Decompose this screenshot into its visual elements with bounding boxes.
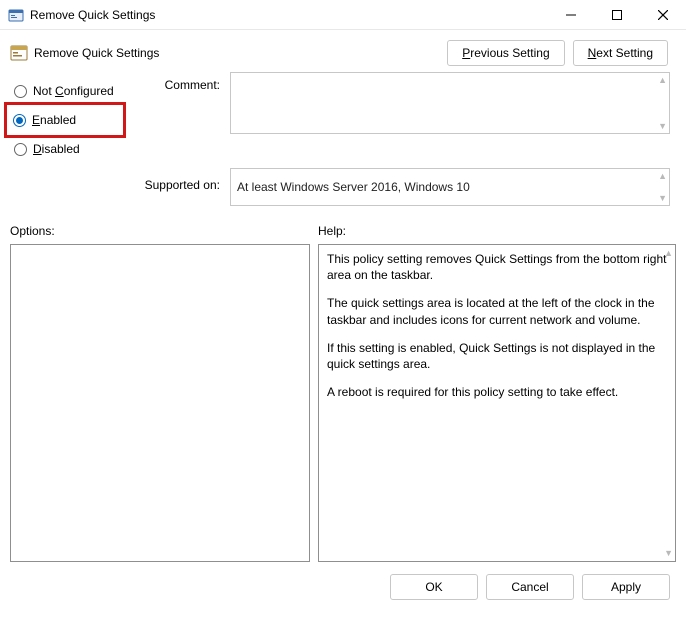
radio-disabled-input[interactable] (14, 143, 27, 156)
scroll-up-icon[interactable]: ▲ (658, 171, 667, 181)
help-label: Help: (318, 224, 676, 238)
scroll-down-icon[interactable]: ▼ (658, 121, 667, 131)
close-button[interactable] (640, 0, 686, 30)
options-pane (10, 244, 310, 562)
help-text-2: The quick settings area is located at th… (327, 295, 667, 327)
comment-field[interactable]: ▲ ▼ (230, 72, 670, 134)
cancel-button[interactable]: Cancel (486, 574, 574, 600)
radio-enabled[interactable]: Enabled (9, 109, 119, 131)
scroll-down-icon[interactable]: ▼ (658, 193, 667, 203)
titlebar: Remove Quick Settings (0, 0, 686, 30)
supported-on-field: At least Windows Server 2016, Windows 10… (230, 168, 670, 206)
supported-on-value: At least Windows Server 2016, Windows 10 (237, 180, 470, 194)
scroll-up-icon[interactable]: ▲ (658, 75, 667, 85)
supported-on-label: Supported on: (130, 168, 220, 192)
state-radio-group: Not Configured Enabled Disabled (10, 72, 120, 162)
help-text-4: A reboot is required for this policy set… (327, 384, 667, 400)
dialog-footer: OK Cancel Apply (0, 562, 686, 600)
scroll-up-icon[interactable]: ▲ (664, 247, 673, 259)
radio-not-configured-input[interactable] (14, 85, 27, 98)
minimize-button[interactable] (548, 0, 594, 30)
comment-label: Comment: (130, 72, 220, 92)
window-controls (548, 0, 686, 30)
policy-icon (10, 44, 28, 62)
help-scrollbar[interactable]: ▲ ▼ (661, 247, 673, 559)
previous-setting-button[interactable]: Previous Setting (447, 40, 564, 66)
apply-button[interactable]: Apply (582, 574, 670, 600)
options-label: Options: (10, 224, 310, 238)
scroll-down-icon[interactable]: ▼ (664, 547, 673, 559)
maximize-button[interactable] (594, 0, 640, 30)
help-text-3: If this setting is enabled, Quick Settin… (327, 340, 667, 372)
policy-header: Remove Quick Settings Previous Setting N… (0, 30, 686, 72)
policy-title: Remove Quick Settings (34, 46, 159, 60)
policy-app-icon (8, 7, 24, 23)
ok-button[interactable]: OK (390, 574, 478, 600)
radio-disabled[interactable]: Disabled (10, 136, 120, 162)
next-setting-button[interactable]: Next Setting (573, 40, 668, 66)
enabled-highlight: Enabled (4, 102, 126, 138)
help-pane: This policy setting removes Quick Settin… (318, 244, 676, 562)
radio-enabled-input[interactable] (13, 114, 26, 127)
help-text-1: This policy setting removes Quick Settin… (327, 251, 667, 283)
window-title: Remove Quick Settings (30, 8, 548, 22)
radio-not-configured[interactable]: Not Configured (10, 78, 120, 104)
